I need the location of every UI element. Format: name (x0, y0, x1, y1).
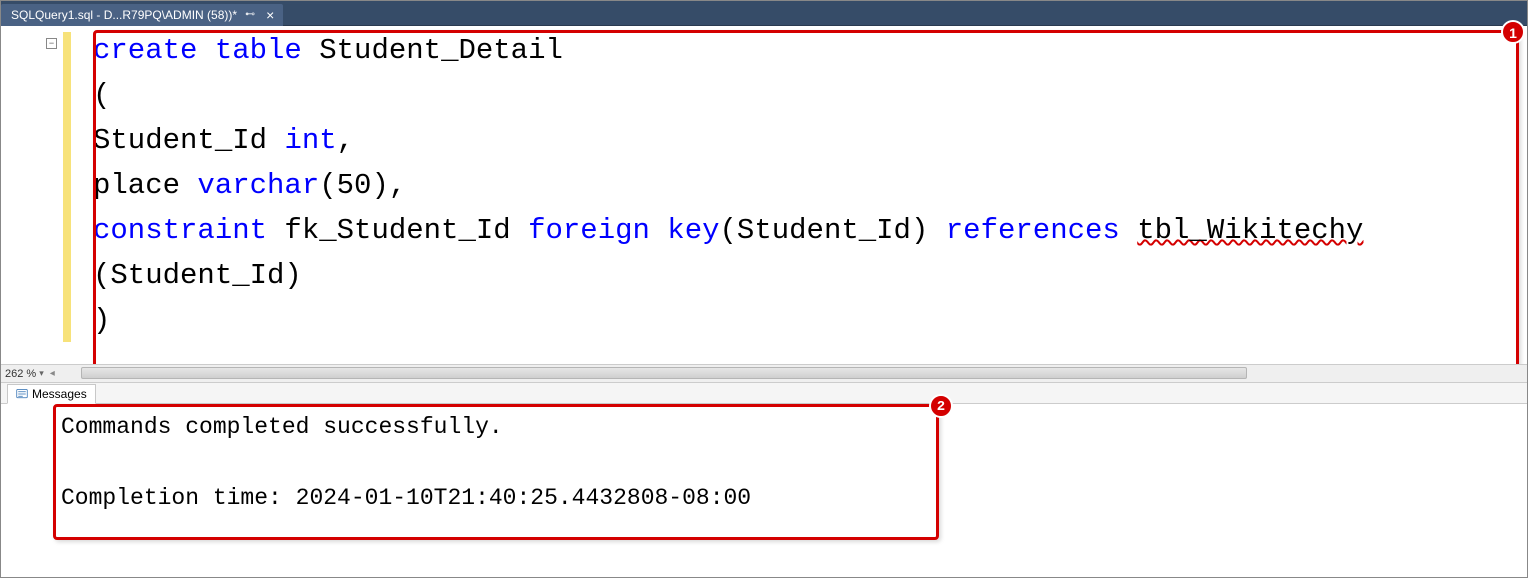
sql-editor[interactable]: − create table Student_Detail ( Student_… (1, 26, 1527, 364)
fold-toggle-icon[interactable]: − (46, 38, 57, 49)
identifier: fk_Student_Id (267, 214, 528, 247)
editor-gutter: − (1, 26, 63, 364)
code-text (1120, 214, 1137, 247)
keyword: references (946, 214, 1120, 247)
keyword: key (650, 214, 720, 247)
identifier: place (93, 169, 197, 202)
code-text: (Student_Id) (720, 214, 946, 247)
code-text: ( (93, 79, 110, 112)
zoom-status-row: 262 % ▾ ◂ (1, 364, 1527, 382)
keyword: foreign (528, 214, 650, 247)
messages-tab-label: Messages (32, 387, 87, 401)
chevron-down-icon[interactable]: ▾ (39, 368, 44, 379)
messages-panel[interactable]: Commands completed successfully. Complet… (1, 404, 1527, 576)
scroll-left-icon[interactable]: ◂ (50, 368, 55, 379)
code-text: , (337, 124, 354, 157)
keyword: int (284, 124, 336, 157)
horizontal-scrollbar[interactable] (81, 367, 1247, 379)
keyword: varchar (197, 169, 319, 202)
close-icon[interactable]: × (263, 8, 277, 22)
code-content[interactable]: create table Student_Detail ( Student_Id… (63, 26, 1527, 364)
document-tab-title: SQLQuery1.sql - D...R79PQ\ADMIN (58))* (11, 8, 237, 22)
document-tab-bar: SQLQuery1.sql - D...R79PQ\ADMIN (58))* ⊷… (1, 1, 1527, 26)
keyword: create (93, 34, 197, 67)
results-tab-row: Messages (1, 382, 1527, 404)
error-underline: tbl_Wikitechy (1137, 214, 1363, 247)
code-text: ) (93, 304, 110, 337)
document-tab[interactable]: SQLQuery1.sql - D...R79PQ\ADMIN (58))* ⊷… (1, 4, 283, 26)
messages-tab[interactable]: Messages (7, 384, 96, 404)
message-line: Completion time: 2024-01-10T21:40:25.443… (61, 485, 751, 511)
pin-icon[interactable]: ⊷ (245, 9, 255, 20)
zoom-level[interactable]: 262 % (5, 368, 36, 380)
keyword: constraint (93, 214, 267, 247)
identifier: Student_Detail (302, 34, 563, 67)
code-text: (50), (319, 169, 406, 202)
identifier: Student_Id (93, 124, 284, 157)
keyword: table (197, 34, 301, 67)
code-text: (Student_Id) (93, 259, 302, 292)
message-line: Commands completed successfully. (61, 414, 503, 440)
messages-icon (16, 388, 28, 400)
